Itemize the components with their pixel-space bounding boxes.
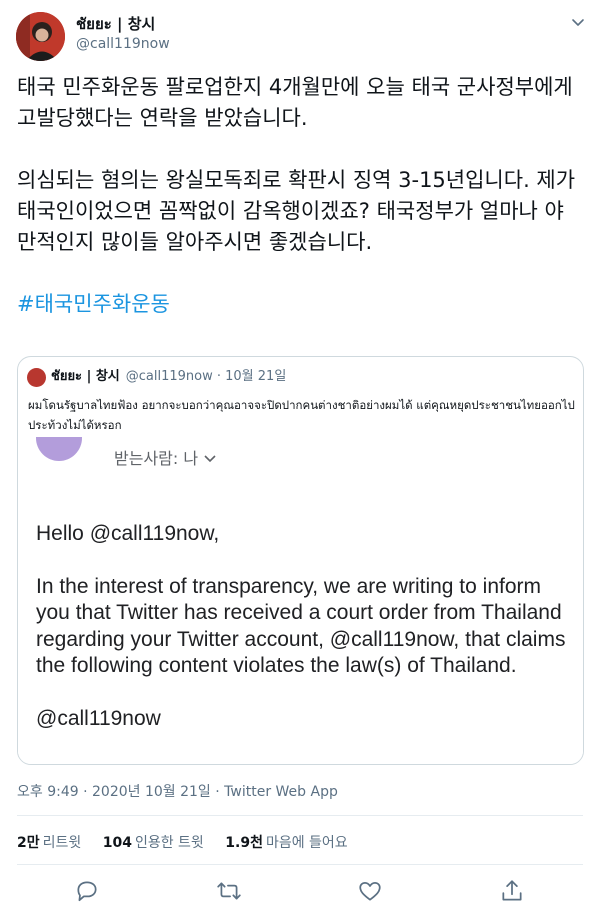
- email-greeting: Hello @call119now,: [36, 522, 220, 545]
- quotes-count: 104: [102, 835, 132, 851]
- tweet-paragraph: 의심되는 혐의는 왕실모독죄로 확판시 징역 3-15년입니다. 제가 태국인이…: [17, 168, 576, 254]
- engagement-stats: 2만 리트윗 104 인용한 트윗 1.9천 마음에 들어요: [17, 832, 365, 852]
- likes-label: 마음에 들어요: [265, 835, 348, 851]
- handle[interactable]: @call119now: [76, 34, 170, 54]
- likes-count: 1.9천: [225, 835, 263, 851]
- quoted-display-name: ชัยยะ | 창시: [51, 369, 120, 384]
- hashtag-link[interactable]: #태국민주화운동: [17, 292, 170, 316]
- quoted-tweet-header: ชัยยะ | 창시 @call119now · 10월 21일: [27, 367, 286, 387]
- retweets-label: 리트윗: [42, 835, 82, 851]
- more-icon[interactable]: [568, 12, 588, 32]
- retweets-stat[interactable]: 2만 리트윗: [17, 835, 81, 851]
- retweet-icon[interactable]: [216, 878, 242, 904]
- quoted-avatar: [27, 367, 46, 387]
- recipient-line: 받는사람: 나: [114, 445, 216, 469]
- timestamp[interactable]: 오후 9:49 · 2020년 10월 21일 · Twitter Web Ap…: [17, 781, 338, 801]
- author: ชัยยะ | 창시 @call119now: [76, 14, 170, 54]
- reply-icon[interactable]: [74, 878, 100, 904]
- quotes-label: 인용한 트윗: [134, 835, 204, 851]
- tweet-text: 태국 민주화운동 팔로업한지 4개월만에 오늘 태국 군사정부에게 고발당했다는…: [17, 72, 583, 320]
- email-body: Hello @call119now, In the interest of tr…: [36, 521, 576, 732]
- quotes-stat[interactable]: 104 인용한 트윗: [103, 835, 204, 851]
- like-icon[interactable]: [357, 878, 383, 904]
- chevron-down-icon: [204, 453, 216, 467]
- quoted-tweet-text: ผมโดนรัฐบาลไทยฟ้อง อยากจะบอกว่าคุณอาจจะป…: [28, 398, 575, 432]
- display-name[interactable]: ชัยยะ | 창시: [76, 14, 170, 34]
- likes-stat[interactable]: 1.9천 마음에 들어요: [225, 835, 347, 851]
- divider: [17, 864, 583, 865]
- email-avatar: [36, 437, 82, 461]
- email-closing: @call119now: [36, 706, 161, 730]
- quoted-image[interactable]: 받는사람: 나 Hello @call119now, In the intere…: [18, 437, 583, 764]
- action-bar: [0, 876, 598, 906]
- tweet: ชัยยะ | 창시 @call119now 태국 민주화운동 팔로업한지 4개…: [0, 0, 598, 914]
- email-paragraph: In the interest of transparency, we are …: [36, 574, 566, 678]
- quoted-meta: @call119now · 10월 21일: [125, 369, 287, 384]
- divider: [17, 815, 583, 816]
- recipient-label: 받는사람: 나: [114, 449, 199, 468]
- share-icon[interactable]: [499, 878, 525, 904]
- tweet-paragraph: 태국 민주화운동 팔로업한지 4개월만에 오늘 태국 군사정부에게 고발당했다는…: [17, 75, 573, 130]
- retweets-count: 2만: [17, 835, 40, 851]
- quoted-tweet[interactable]: ชัยยะ | 창시 @call119now · 10월 21일 ผมโดนรัฐ…: [17, 356, 584, 765]
- avatar[interactable]: [16, 12, 65, 61]
